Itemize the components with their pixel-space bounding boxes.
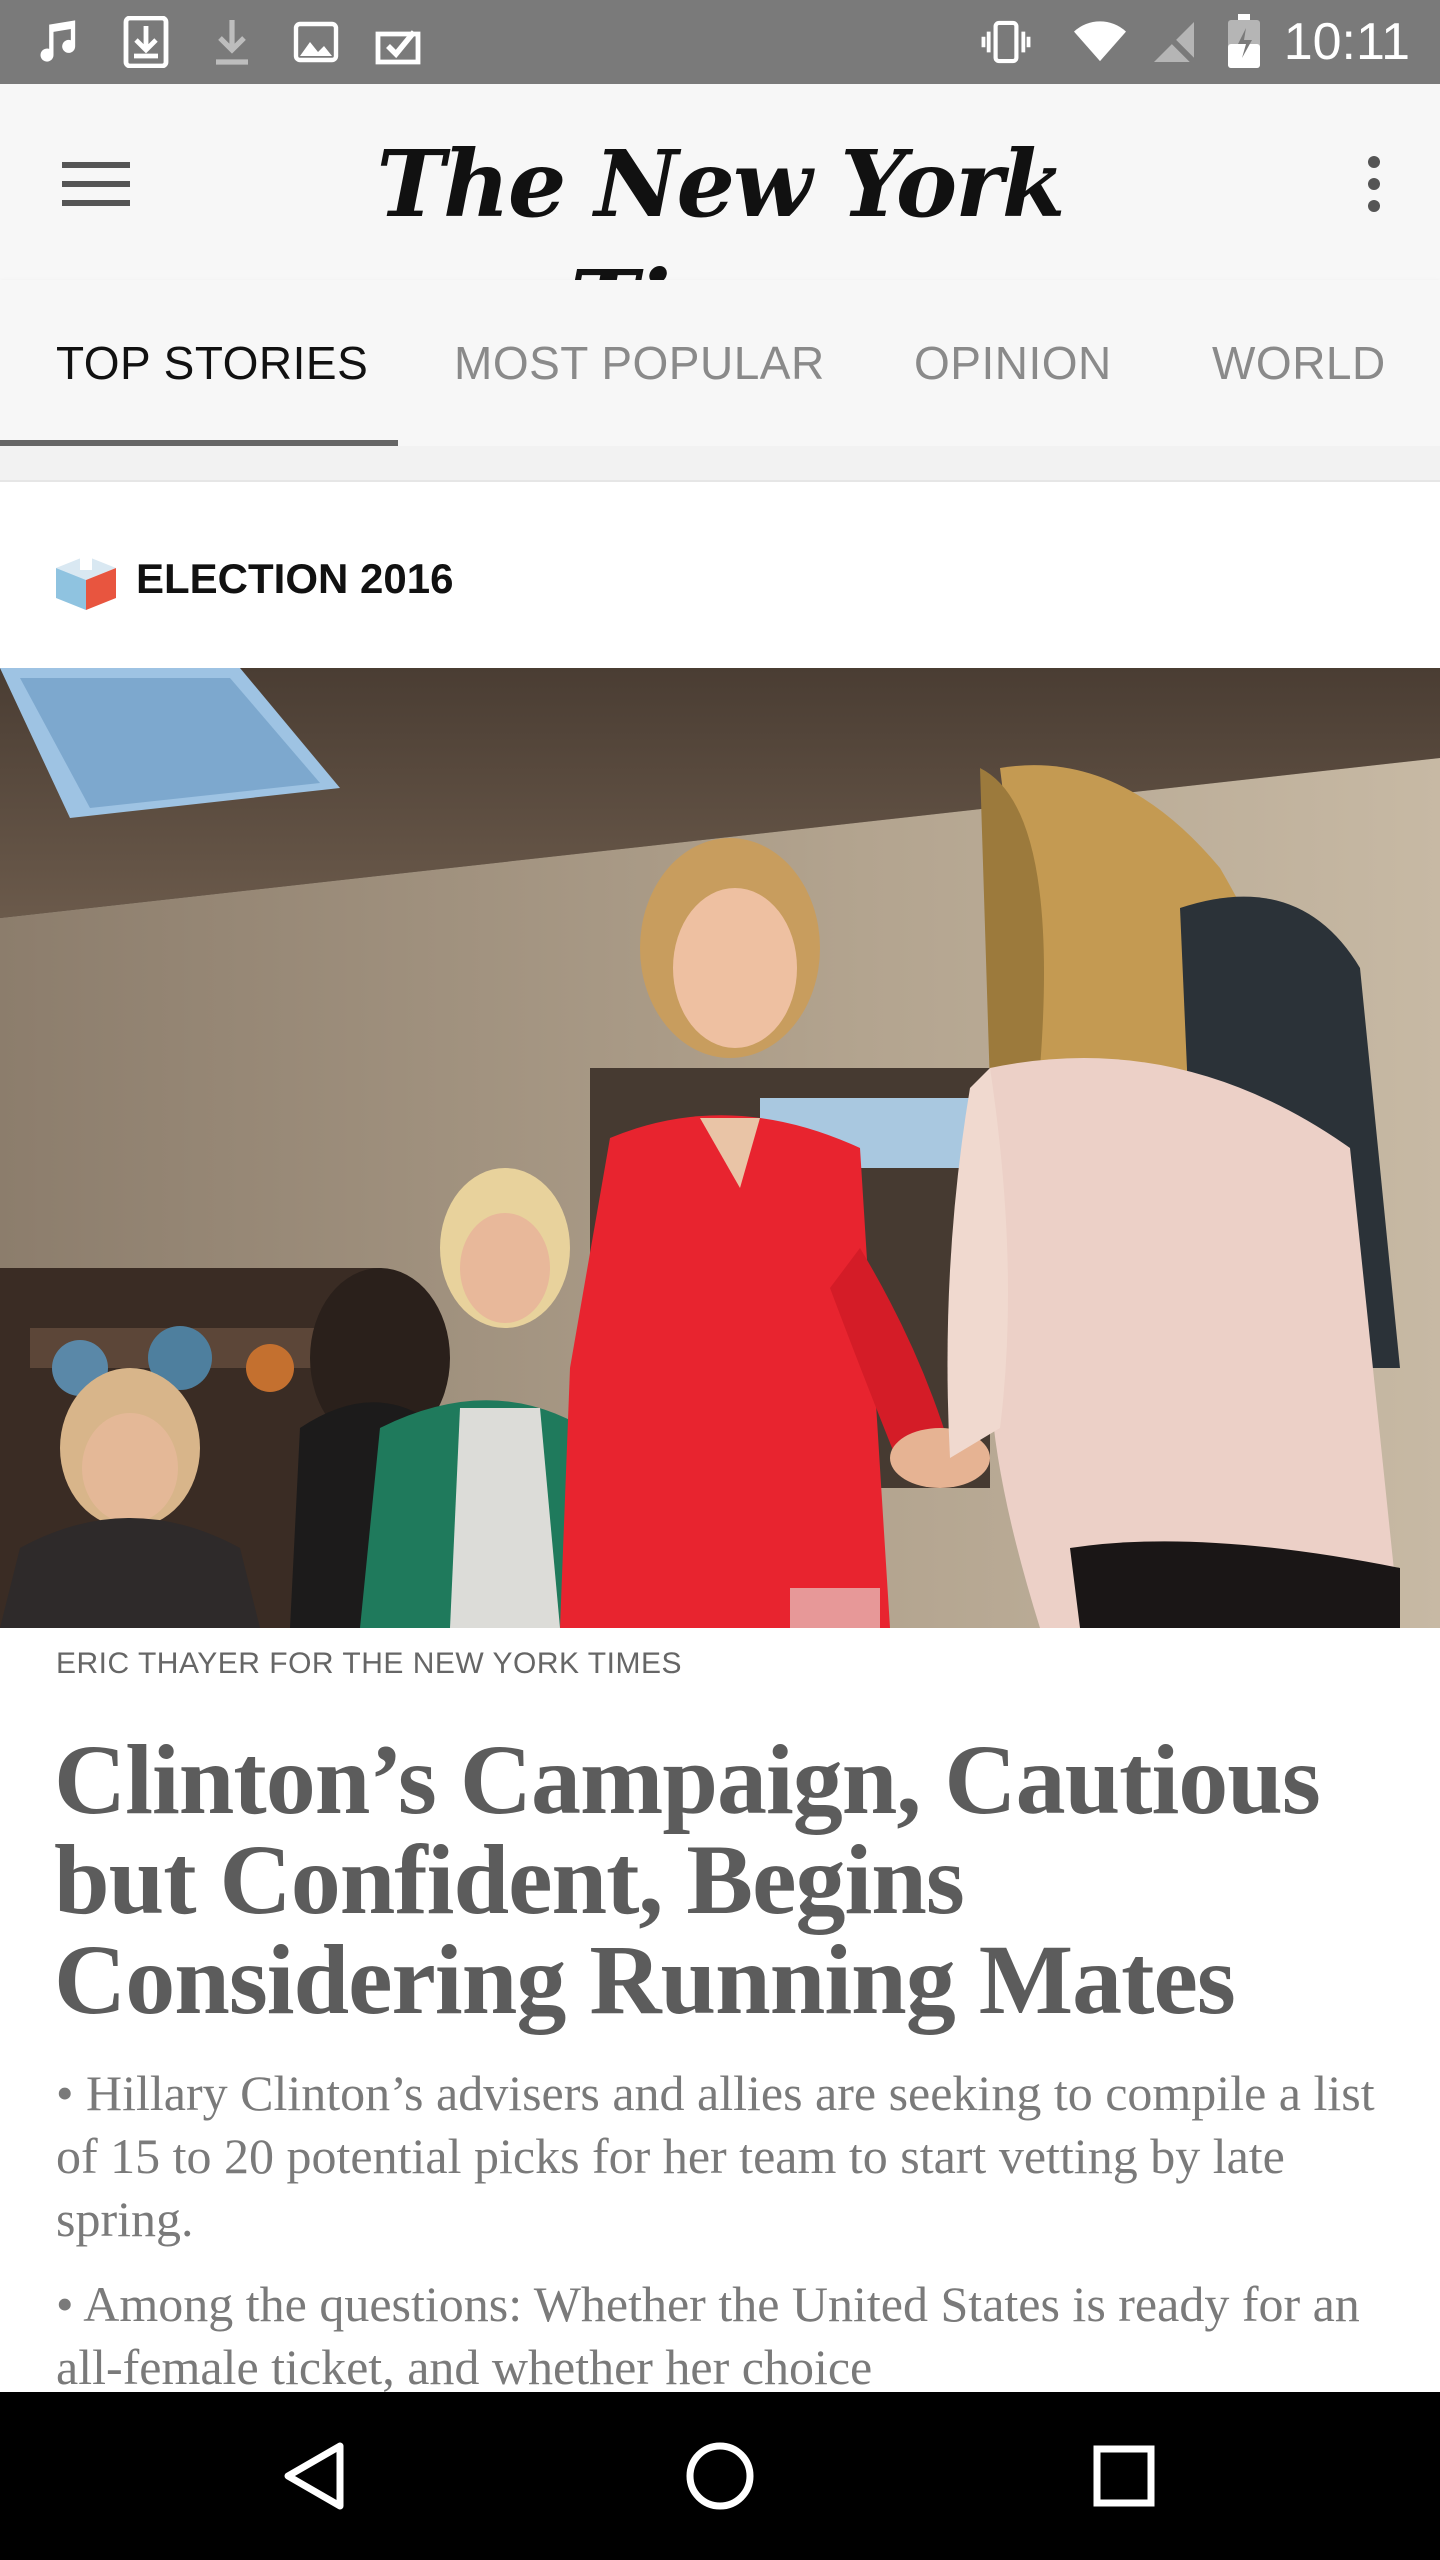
- clipboard-check-icon: [372, 16, 424, 68]
- summary-bullet-1: • Hillary Clinton’s advisers and allies …: [56, 2065, 1375, 2247]
- article-headline[interactable]: Clinton’s Campaign, Cautious but Confide…: [54, 1730, 1384, 2030]
- image-icon: [290, 16, 342, 68]
- article-photo[interactable]: [0, 668, 1440, 1628]
- masthead-logo: The New York Times: [376, 130, 1065, 358]
- hamburger-menu-icon[interactable]: [56, 144, 136, 224]
- system-nav-bar: [0, 2392, 1440, 2560]
- ballot-box-icon: [54, 548, 118, 612]
- recents-icon[interactable]: [1074, 2426, 1174, 2526]
- vibrate-icon: [980, 16, 1032, 68]
- section-label: ELECTION 2016: [136, 555, 454, 602]
- section-header[interactable]: ELECTION 2016: [0, 482, 1440, 668]
- music-note-icon: [34, 16, 86, 68]
- photo-credit: ERIC THAYER FOR THE NEW YORK TIMES: [56, 1647, 682, 1680]
- section-tabs: TOP STORIES MOST POPULAR OPINION WORLD: [0, 280, 1440, 446]
- tab-world[interactable]: WORLD: [1212, 280, 1386, 446]
- back-icon[interactable]: [264, 2426, 364, 2526]
- battery-icon: [1218, 14, 1270, 68]
- home-icon[interactable]: [670, 2426, 770, 2526]
- divider: [0, 446, 1440, 482]
- download-box-icon: [120, 16, 172, 68]
- download-arrow-icon: [206, 16, 258, 68]
- wifi-icon: [1074, 16, 1126, 68]
- tab-top-stories[interactable]: TOP STORIES: [56, 280, 368, 446]
- summary-bullet-2: • Among the questions: Whether the Unite…: [56, 2276, 1360, 2393]
- no-sim-icon: [1148, 16, 1200, 68]
- tab-opinion[interactable]: OPINION: [914, 280, 1112, 446]
- more-vert-icon[interactable]: [1344, 144, 1404, 224]
- app-bar: The New York Times: [0, 84, 1440, 358]
- status-bar: 10:11: [0, 0, 1440, 84]
- tab-most-popular[interactable]: MOST POPULAR: [454, 280, 825, 446]
- clock: 10:11: [1283, 13, 1410, 71]
